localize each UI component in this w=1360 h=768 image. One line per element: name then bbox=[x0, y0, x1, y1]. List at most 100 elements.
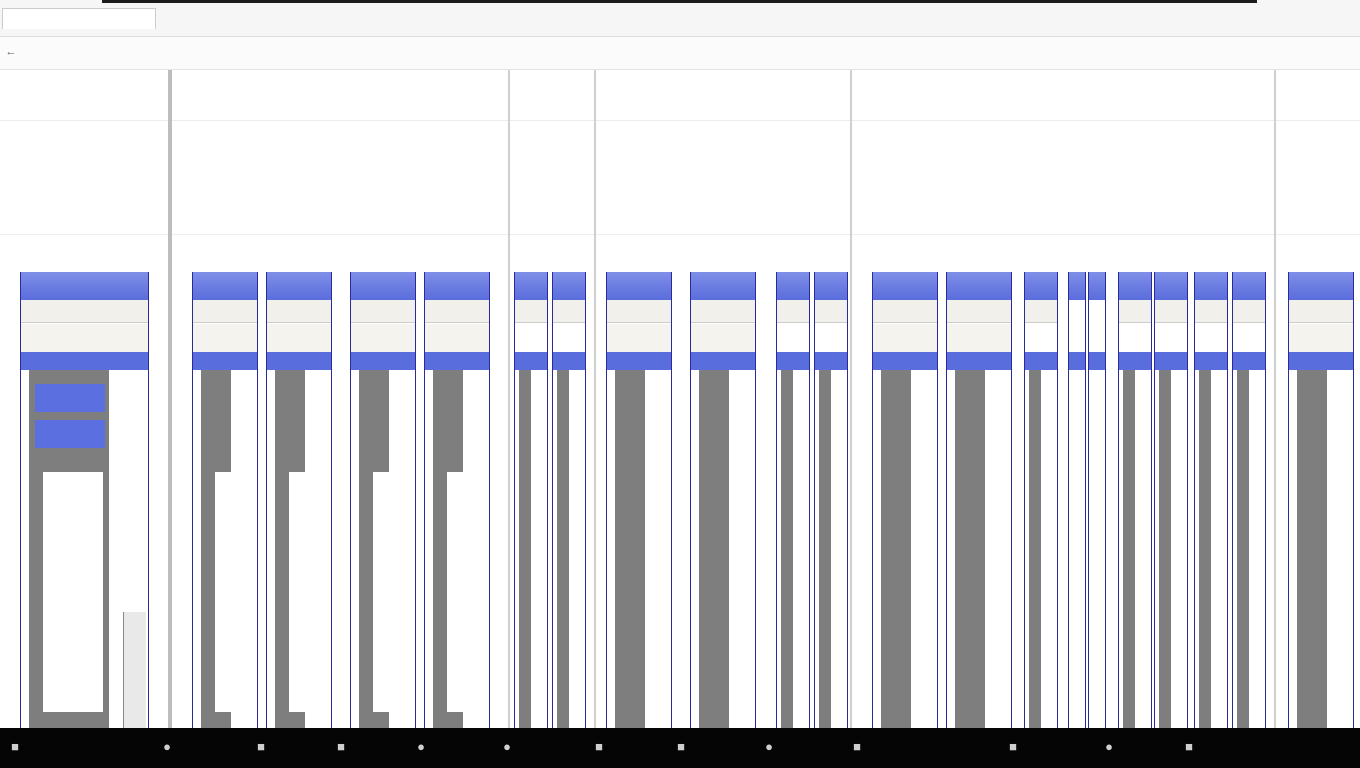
menu-bar bbox=[1289, 300, 1353, 323]
content-area bbox=[557, 370, 569, 728]
toolbar bbox=[947, 324, 1011, 353]
toolbar bbox=[425, 324, 489, 353]
window-titlebar bbox=[815, 272, 847, 300]
app-window-panel[interactable] bbox=[814, 272, 848, 728]
app-icon[interactable]: ● bbox=[1100, 738, 1118, 756]
tab-7[interactable] bbox=[590, 8, 672, 28]
app-window-panel[interactable] bbox=[192, 272, 258, 728]
content-area bbox=[881, 370, 911, 728]
section-header bbox=[351, 352, 415, 370]
app-window-panel[interactable] bbox=[552, 272, 586, 728]
window-titlebar bbox=[947, 272, 1011, 300]
app-window-panel[interactable] bbox=[1088, 272, 1106, 728]
list-item[interactable] bbox=[35, 384, 105, 412]
section-header bbox=[1155, 352, 1187, 370]
tab-3[interactable] bbox=[250, 8, 322, 28]
app-window-panel[interactable] bbox=[606, 272, 672, 728]
app-icon[interactable]: ■ bbox=[252, 738, 270, 756]
app-window-panel[interactable] bbox=[1232, 272, 1266, 728]
app-icon[interactable]: ● bbox=[158, 738, 176, 756]
window-titlebar bbox=[1089, 272, 1105, 300]
tab-4[interactable] bbox=[320, 8, 422, 28]
content-area bbox=[1159, 370, 1171, 728]
menu-bar bbox=[607, 300, 671, 323]
toolbar bbox=[267, 324, 331, 353]
url-field[interactable] bbox=[22, 44, 402, 62]
content-area bbox=[699, 370, 729, 728]
menu-bar bbox=[1155, 300, 1187, 323]
tab-1[interactable] bbox=[2, 8, 156, 29]
app-window-panel[interactable] bbox=[1154, 272, 1188, 728]
menu-bar bbox=[267, 300, 331, 323]
list-item[interactable] bbox=[35, 420, 105, 448]
notification-banner bbox=[0, 122, 1360, 235]
section-header bbox=[193, 352, 257, 370]
app-window-panel[interactable] bbox=[1194, 272, 1228, 728]
app-icon[interactable]: ■ bbox=[848, 738, 866, 756]
section-header bbox=[1089, 352, 1105, 370]
app-window-panel[interactable] bbox=[1118, 272, 1152, 728]
section-header bbox=[873, 352, 937, 370]
app-window-panel[interactable] bbox=[872, 272, 938, 728]
app-window-panel[interactable] bbox=[1068, 272, 1086, 728]
toolbar bbox=[691, 324, 755, 353]
window-titlebar bbox=[607, 272, 671, 300]
app-window-panel[interactable] bbox=[20, 272, 149, 728]
app-window-panel[interactable] bbox=[1024, 272, 1058, 728]
app-window-panel[interactable] bbox=[266, 272, 332, 728]
content-area bbox=[1123, 370, 1135, 728]
section-header bbox=[515, 352, 547, 370]
app-icon[interactable]: ■ bbox=[1004, 738, 1022, 756]
window-titlebar bbox=[1119, 272, 1151, 300]
app-icon[interactable]: ● bbox=[760, 738, 778, 756]
app-icon[interactable]: ■ bbox=[6, 738, 24, 756]
window-titlebar bbox=[1195, 272, 1227, 300]
app-icon[interactable]: ■ bbox=[332, 738, 350, 756]
app-icon[interactable]: ■ bbox=[590, 738, 608, 756]
document-area bbox=[43, 472, 103, 712]
toolbar bbox=[21, 324, 148, 353]
content-area bbox=[1029, 370, 1041, 728]
app-window-panel[interactable] bbox=[1288, 272, 1354, 728]
window-titlebar bbox=[1233, 272, 1265, 300]
content-area bbox=[1199, 370, 1211, 728]
section-header bbox=[1289, 352, 1353, 370]
app-window-panel[interactable] bbox=[514, 272, 548, 728]
address-bar: ← bbox=[0, 37, 1360, 70]
taskbar: ■ ● ■ ■ ● ● ■ ■ ● ■ ■ ● ■ bbox=[0, 728, 1360, 768]
tab-11[interactable] bbox=[1180, 8, 1272, 28]
tab-10[interactable] bbox=[1000, 8, 1132, 28]
app-window-panel[interactable] bbox=[776, 272, 810, 728]
section-header bbox=[691, 352, 755, 370]
content-area bbox=[615, 370, 645, 728]
section-header bbox=[815, 352, 847, 370]
app-window-panel[interactable] bbox=[946, 272, 1012, 728]
app-window-panel[interactable] bbox=[350, 272, 416, 728]
menu-bar bbox=[815, 300, 847, 323]
arrow-left-icon[interactable]: ← bbox=[4, 45, 18, 59]
tab-6[interactable] bbox=[495, 8, 597, 28]
tab-2[interactable] bbox=[150, 8, 252, 28]
tab-8[interactable] bbox=[665, 8, 767, 28]
tab-9[interactable] bbox=[760, 8, 862, 28]
separator-line bbox=[168, 70, 172, 728]
menu-bar bbox=[1233, 300, 1265, 323]
app-icon[interactable]: ■ bbox=[1180, 738, 1198, 756]
separator-line bbox=[850, 70, 852, 728]
app-window-panel[interactable] bbox=[690, 272, 756, 728]
section-header bbox=[607, 352, 671, 370]
menu-bar bbox=[1119, 300, 1151, 323]
app-icon[interactable]: ● bbox=[412, 738, 430, 756]
menu-bar bbox=[515, 300, 547, 323]
tab-5[interactable] bbox=[415, 8, 497, 28]
window-titlebar bbox=[351, 272, 415, 300]
menu-bar bbox=[351, 300, 415, 323]
toolbar bbox=[351, 324, 415, 353]
app-icon[interactable]: ● bbox=[498, 738, 516, 756]
section-header bbox=[1119, 352, 1151, 370]
window-titlebar bbox=[777, 272, 809, 300]
app-window-panel[interactable] bbox=[424, 272, 490, 728]
section-header bbox=[425, 352, 489, 370]
window-titlebar bbox=[193, 272, 257, 300]
app-icon[interactable]: ■ bbox=[672, 738, 690, 756]
